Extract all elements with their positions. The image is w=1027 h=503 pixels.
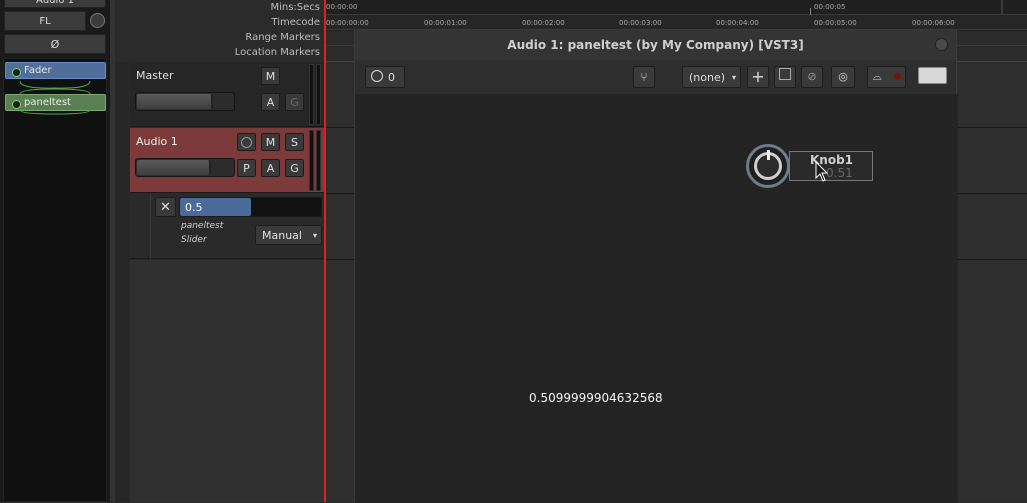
automation-param-name: Slider	[181, 235, 207, 245]
add-preset-button[interactable]: +	[747, 66, 769, 88]
group-button[interactable]: G	[285, 159, 304, 177]
processor-fader[interactable]: Fader	[5, 62, 106, 79]
ruler-label-location-markers: Location Markers	[234, 47, 320, 58]
delete-preset-button[interactable]: ⊘	[801, 66, 823, 88]
timecode-tick: 00:00:06:00	[912, 19, 955, 27]
prohibit-icon: ⊘	[807, 70, 817, 83]
strip-name-button[interactable]: Audio 1	[4, 0, 106, 8]
track-name[interactable]: Audio 1	[136, 135, 178, 148]
automation-button[interactable]: A	[261, 159, 280, 177]
mute-button[interactable]: M	[261, 67, 280, 85]
empty-track-area	[130, 260, 324, 502]
bypass-button[interactable]: ◎	[831, 66, 855, 88]
chevron-down-icon: ▾	[731, 73, 736, 82]
record-dot-icon	[894, 73, 901, 80]
automation-plugin-name: paneltest	[181, 221, 224, 231]
plugin-window: Audio 1: paneltest (by My Company) [VST3…	[354, 29, 958, 503]
automation-lane-header[interactable]: ✕ 0.5 paneltest Slider Manual ▾	[130, 194, 324, 259]
knob1[interactable]	[746, 144, 790, 188]
plus-icon: +	[751, 67, 765, 86]
plugin-title: Audio 1: paneltest (by My Company) [VST3…	[507, 38, 804, 52]
fader-fill	[137, 94, 211, 109]
level-meter	[316, 130, 321, 191]
knob1-label-box[interactable]: Knob1 0.51	[789, 151, 873, 181]
automation-mode-value: Manual	[262, 229, 302, 242]
latency-button[interactable]: 0	[365, 66, 405, 88]
ruler-label-range-markers: Range Markers	[245, 32, 320, 43]
slider-value: 0.5	[185, 201, 203, 214]
mute-button[interactable]: M	[261, 133, 280, 151]
gain-fader[interactable]	[135, 92, 235, 111]
tick-mark	[810, 8, 811, 15]
processor-paneltest[interactable]: paneltest	[5, 94, 106, 111]
ruler-label-timecode: Timecode	[271, 17, 320, 28]
target-icon: ◎	[838, 70, 848, 83]
latency-value: 0	[388, 71, 395, 84]
playlist-button[interactable]: P	[237, 159, 256, 177]
level-meter	[316, 64, 321, 125]
processor-paneltest-label: paneltest	[24, 97, 71, 108]
mouse-cursor-icon	[815, 161, 829, 182]
timecode-tick: 00:00:01:00	[424, 19, 467, 27]
chevron-down-icon: ▾	[312, 231, 317, 240]
timecode-tick: 00:00:03:00	[619, 19, 662, 27]
ruler-label-area: Mins:Secs Timecode Range Markers Locatio…	[115, 0, 324, 62]
input-button[interactable]: FL	[4, 11, 86, 31]
automation-mode-dropdown[interactable]: Manual ▾	[255, 225, 322, 245]
fader-handle[interactable]	[208, 161, 211, 174]
close-icon[interactable]: ✕	[155, 197, 176, 217]
phase-invert-button[interactable]: Ø	[4, 34, 106, 54]
automation-record-button[interactable]: ⌓	[867, 66, 906, 88]
plugin-gui: Knob1 0.51 0.5099999904632568	[355, 94, 958, 503]
automation-button[interactable]: A	[261, 93, 280, 111]
lane-indent	[150, 194, 151, 259]
level-meter	[309, 130, 314, 191]
timecode-tick: 00:00:00:00	[326, 19, 369, 27]
fader-handle[interactable]	[210, 95, 213, 108]
save-preset-button[interactable]	[774, 66, 796, 88]
end-marker	[1001, 0, 1003, 15]
clock-icon	[371, 70, 383, 82]
trim-knob[interactable]	[90, 13, 105, 28]
track-header-master[interactable]: Master M A G	[130, 62, 324, 127]
mixer-strip: Audio 1 FL Ø Fader paneltest	[0, 0, 110, 502]
preset-dropdown[interactable]: (none) ▾	[682, 66, 741, 88]
playhead[interactable]	[324, 0, 326, 502]
save-icon	[779, 68, 791, 80]
processor-box	[3, 58, 107, 502]
mins-secs-tick: 00:00:00	[326, 3, 358, 11]
plugin-toolbar: 0 ⑂ (none) ▾ + ⊘ ◎ ⌓	[355, 60, 956, 94]
timecode-tick: 00:00:05:00	[814, 19, 857, 27]
gain-fader[interactable]	[135, 158, 235, 177]
group-button[interactable]: G	[285, 93, 304, 111]
automation-icon: ⌓	[873, 70, 882, 83]
solo-button[interactable]: S	[285, 133, 304, 151]
value-readout: 0.5099999904632568	[529, 391, 663, 405]
track-header-audio1[interactable]: Audio 1 M S P A G	[130, 128, 324, 193]
track-header-gutter	[115, 62, 129, 502]
processor-led-icon[interactable]	[12, 68, 21, 77]
automation-value-slider[interactable]: 0.5	[179, 197, 322, 217]
record-button[interactable]	[237, 133, 256, 151]
mins-secs-ruler[interactable]	[324, 0, 1027, 15]
processor-led-icon[interactable]	[12, 100, 21, 109]
plugin-title-bar[interactable]: Audio 1: paneltest (by My Company) [VST3…	[355, 30, 956, 60]
ruler-label-mins-secs: Mins:Secs	[270, 2, 320, 13]
fader-fill	[137, 160, 209, 175]
close-window-icon[interactable]	[935, 38, 948, 51]
record-icon	[241, 137, 252, 148]
routing-connector-icon	[19, 110, 91, 115]
routing-icon: ⑂	[640, 70, 648, 84]
timecode-tick: 00:00:04:00	[716, 19, 759, 27]
routing-connector-icon	[19, 80, 91, 95]
knob-pointer	[767, 150, 770, 160]
level-meter	[309, 64, 314, 125]
preset-value: (none)	[689, 71, 726, 84]
keyboard-icon[interactable]	[918, 67, 947, 84]
track-name[interactable]: Master	[136, 69, 174, 82]
mins-secs-tick: 00:00:05	[814, 3, 846, 11]
processor-fader-label: Fader	[24, 65, 52, 76]
pin-connections-button[interactable]: ⑂	[633, 66, 655, 88]
timecode-tick: 00:00:02:00	[522, 19, 565, 27]
